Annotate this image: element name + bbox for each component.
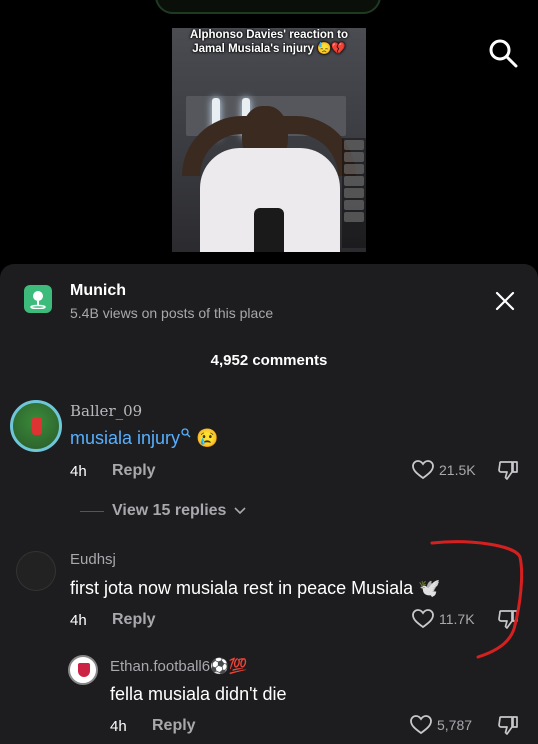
dislike-icon[interactable] — [497, 714, 519, 736]
search-small-icon — [181, 428, 191, 438]
place-name[interactable]: Munich — [70, 282, 126, 300]
view-replies-label: View 15 replies — [112, 502, 227, 519]
location-pin-icon[interactable] — [24, 285, 52, 313]
comment-time: 4h — [70, 612, 87, 629]
crying-emoji: 😢 — [196, 428, 219, 448]
comment-text[interactable]: fella musiala didn't die — [110, 684, 287, 705]
comment-text[interactable]: first jota now musiala rest in peace Mus… — [70, 578, 441, 599]
video-caption: Alphonso Davies' reaction to Jamal Musia… — [189, 29, 348, 55]
search-icon[interactable] — [488, 38, 518, 68]
video-microphone — [254, 208, 284, 252]
video-thumbnail[interactable] — [172, 28, 366, 252]
comment-text[interactable]: musiala injury 😢 — [70, 428, 218, 449]
comment-username[interactable]: Ethan.football6⚽💯 — [110, 657, 247, 675]
divider-line — [80, 510, 104, 512]
comment-time: 4h — [110, 718, 127, 735]
chevron-down-icon — [234, 507, 247, 515]
like-button[interactable]: 5,787 — [410, 715, 472, 735]
close-icon[interactable] — [494, 290, 516, 312]
top-pill — [155, 0, 381, 14]
comments-count: 4,952 comments — [210, 352, 328, 369]
view-replies-button[interactable]: View 15 replies — [80, 502, 247, 520]
video-chat-overlay — [342, 138, 366, 248]
comment-username[interactable]: Eudhsj — [70, 551, 116, 568]
like-count: 21.5K — [439, 462, 476, 478]
heart-icon — [410, 715, 432, 735]
avatar[interactable] — [68, 655, 98, 685]
comment-username[interactable]: Baller_09 — [70, 402, 142, 420]
dislike-icon[interactable] — [497, 459, 519, 481]
red-annotation-stroke — [430, 540, 524, 659]
avatar[interactable] — [10, 400, 62, 452]
like-count: 5,787 — [437, 717, 473, 733]
reply-button[interactable]: Reply — [112, 611, 156, 629]
heart-icon — [412, 460, 434, 480]
reply-button[interactable]: Reply — [112, 462, 156, 480]
place-subtitle: 5.4B views on posts of this place — [70, 305, 274, 321]
avatar[interactable] — [16, 551, 56, 591]
reply-button[interactable]: Reply — [152, 717, 196, 735]
comment-time: 4h — [70, 463, 87, 480]
comment-link-text[interactable]: musiala injury — [70, 428, 180, 448]
like-button[interactable]: 21.5K — [412, 460, 476, 480]
